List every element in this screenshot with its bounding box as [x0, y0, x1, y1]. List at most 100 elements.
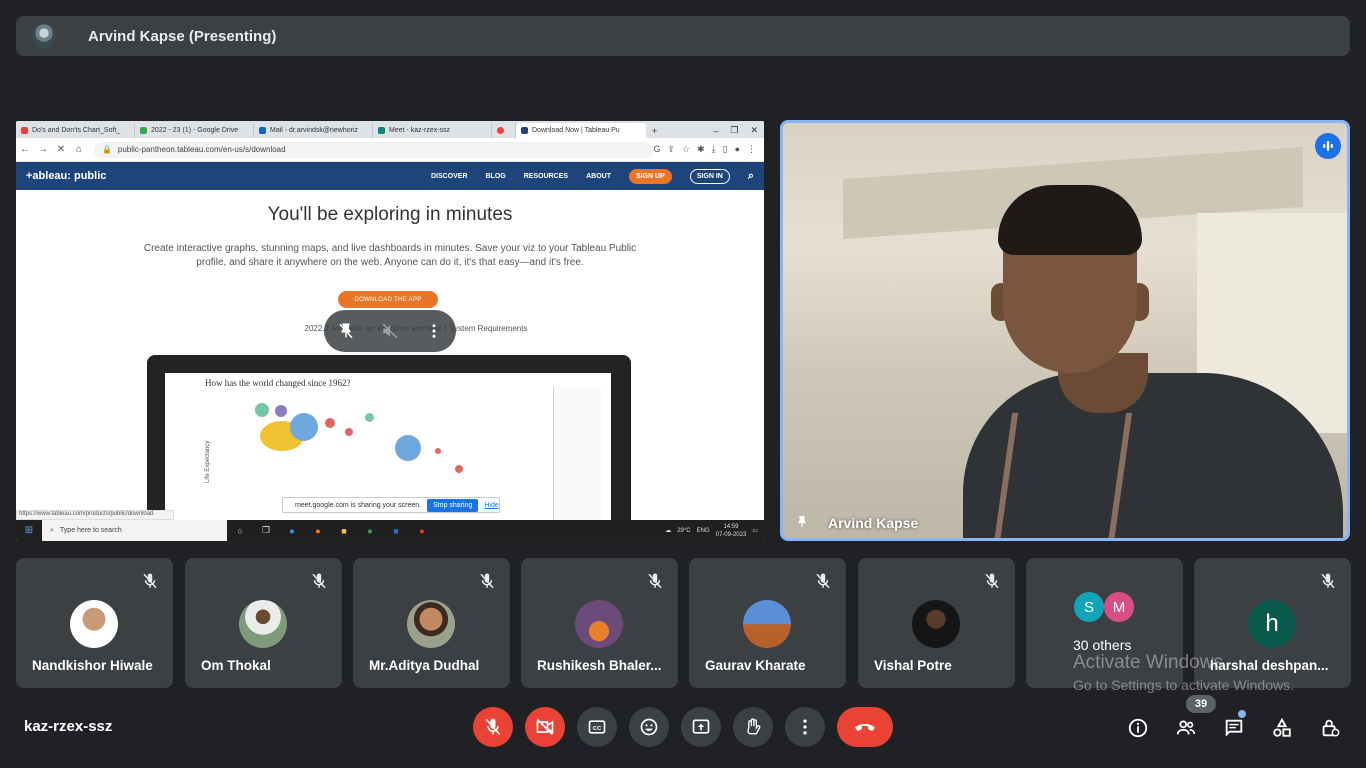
speaker-video[interactable]: Arvind Kapse [780, 120, 1350, 541]
avatar [575, 600, 623, 648]
bubble [435, 448, 441, 454]
edge-icon: ● [289, 525, 295, 536]
people-count-badge: 39 [1186, 695, 1216, 713]
unpin-icon[interactable] [337, 322, 355, 340]
participant-tile[interactable]: Gaurav Kharate [689, 558, 846, 688]
forward-icon: → [37, 144, 48, 155]
host-controls-button[interactable] [1316, 714, 1344, 742]
y-axis-label: Life Expectancy [205, 440, 211, 483]
download-app-button: DOWNLOAD THE APP [338, 291, 438, 308]
leave-call-button[interactable] [837, 707, 893, 747]
google-icon: G [653, 144, 661, 154]
avatar: h [1248, 600, 1296, 648]
activate-windows-title: Activate Windows [1073, 652, 1223, 673]
more-options-icon[interactable] [425, 322, 443, 340]
bubble [290, 413, 318, 441]
weather-icon: ☁ [665, 528, 672, 534]
participant-tile[interactable]: Nandkishor Hiwale [16, 558, 173, 688]
reactions-button[interactable] [629, 707, 669, 747]
participant-name: harshal deshpan... [1210, 658, 1329, 673]
info-icon [1128, 718, 1148, 738]
participant-name: Nandkishor Hiwale [32, 658, 153, 673]
activate-windows-subtitle: Go to Settings to activate Windows. [1073, 677, 1294, 693]
nav-blog: BLOG [485, 172, 506, 180]
cortana-icon: ○ [237, 525, 243, 536]
participant-tile[interactable]: Om Thokal [185, 558, 342, 688]
word-icon: ■ [393, 525, 399, 536]
participant-tile[interactable]: Vishal Potre [858, 558, 1015, 688]
hand-icon [747, 718, 761, 735]
participant-name: Mr.Aditya Dudhal [369, 658, 480, 673]
mic-off-icon [143, 573, 157, 589]
stop-icon: ✕ [56, 144, 66, 155]
present-button[interactable] [681, 707, 721, 747]
minimize-icon: – [713, 125, 719, 136]
activities-icon [1273, 717, 1291, 737]
participant-tile[interactable]: Mr.Aditya Dudhal [353, 558, 510, 688]
participant-name: Gaurav Kharate [705, 658, 806, 673]
browser-toolbar-icons: G ⇪ ☆ ✱ ⤓ ▯ ● ⋮ [653, 144, 764, 155]
extension-icon: ✱ [697, 144, 705, 154]
star-icon: ☆ [682, 144, 691, 154]
download-icon: ⤓ [711, 144, 716, 154]
presenting-bar[interactable]: Arvind Kapse (Presenting) [16, 16, 1350, 56]
drive-icon [140, 127, 147, 134]
presenting-label: Arvind Kapse (Presenting) [88, 27, 277, 45]
mic-toggle-button[interactable] [473, 707, 513, 747]
emoji-icon [640, 718, 658, 736]
bubble [275, 405, 287, 417]
video-person-lanyard [993, 413, 1133, 538]
presenter-avatar [32, 24, 56, 48]
signup-button: SIGN UP [628, 168, 672, 184]
meeting-details-button[interactable] [1124, 714, 1152, 742]
mic-off-icon [648, 573, 662, 589]
chrome-icon: ● [367, 525, 373, 536]
chart-question: How has the world changed since 1962? [205, 378, 351, 388]
camera-toggle-button[interactable] [525, 707, 565, 747]
maximize-icon: ❐ [730, 125, 739, 135]
record-icon [497, 127, 504, 134]
participant-name: Om Thokal [201, 658, 271, 673]
participant-name: Rushikesh Bhaler... [537, 658, 662, 673]
lock-person-icon [1322, 719, 1340, 737]
participant-tile[interactable]: Rushikesh Bhaler... [521, 558, 678, 688]
more-options-button[interactable] [785, 707, 825, 747]
back-icon: ← [19, 144, 30, 155]
avatar [912, 600, 960, 648]
browser-tab [492, 123, 516, 138]
nav-about: ABOUT [586, 172, 611, 180]
people-button[interactable] [1172, 714, 1200, 742]
hero-body: Create interactive graphs, stunning maps… [143, 243, 637, 268]
more-vert-icon [803, 719, 807, 735]
bubble [255, 403, 269, 417]
new-tab-icon: + [652, 125, 658, 136]
powerpoint-icon: ● [419, 525, 425, 536]
pin-icon[interactable] [795, 513, 809, 531]
nav-resources: RESOURCES [523, 172, 569, 180]
search-icon: ⌕ [747, 169, 754, 182]
avatar [70, 600, 118, 648]
mute-presentation-icon[interactable] [381, 322, 399, 340]
activities-button[interactable] [1268, 714, 1296, 742]
chart-side-panel [553, 387, 601, 523]
bubble [325, 418, 335, 428]
browser-tab-bar: Do's and Don'ts Chart_Soft_ 2022 - 23 (1… [16, 121, 764, 138]
meeting-code: kaz-rzex-ssz [24, 718, 113, 735]
tableau-nav: +ableau: public DISCOVER BLOG RESOURCES … [16, 162, 764, 190]
captions-button[interactable]: CC [577, 707, 617, 747]
speaker-name: Arvind Kapse [828, 515, 919, 531]
close-icon: ✕ [750, 125, 758, 135]
task-view-icon: ❐ [261, 525, 271, 535]
lock-icon: 🔒 [101, 145, 112, 154]
status-url: https://www.tableau.com/products/public/… [16, 510, 174, 520]
more-icon: ⋮ [747, 144, 756, 154]
browser-tab-active: Download Now | Tableau Pu [516, 123, 646, 138]
participant-name: Vishal Potre [874, 658, 952, 673]
mic-off-icon [1321, 573, 1335, 589]
chat-button[interactable] [1220, 714, 1248, 742]
presentation-overlay[interactable] [324, 310, 456, 352]
mic-off-icon [485, 718, 501, 736]
avatar [239, 600, 287, 648]
raise-hand-button[interactable] [733, 707, 773, 747]
mic-off-icon [480, 573, 494, 589]
